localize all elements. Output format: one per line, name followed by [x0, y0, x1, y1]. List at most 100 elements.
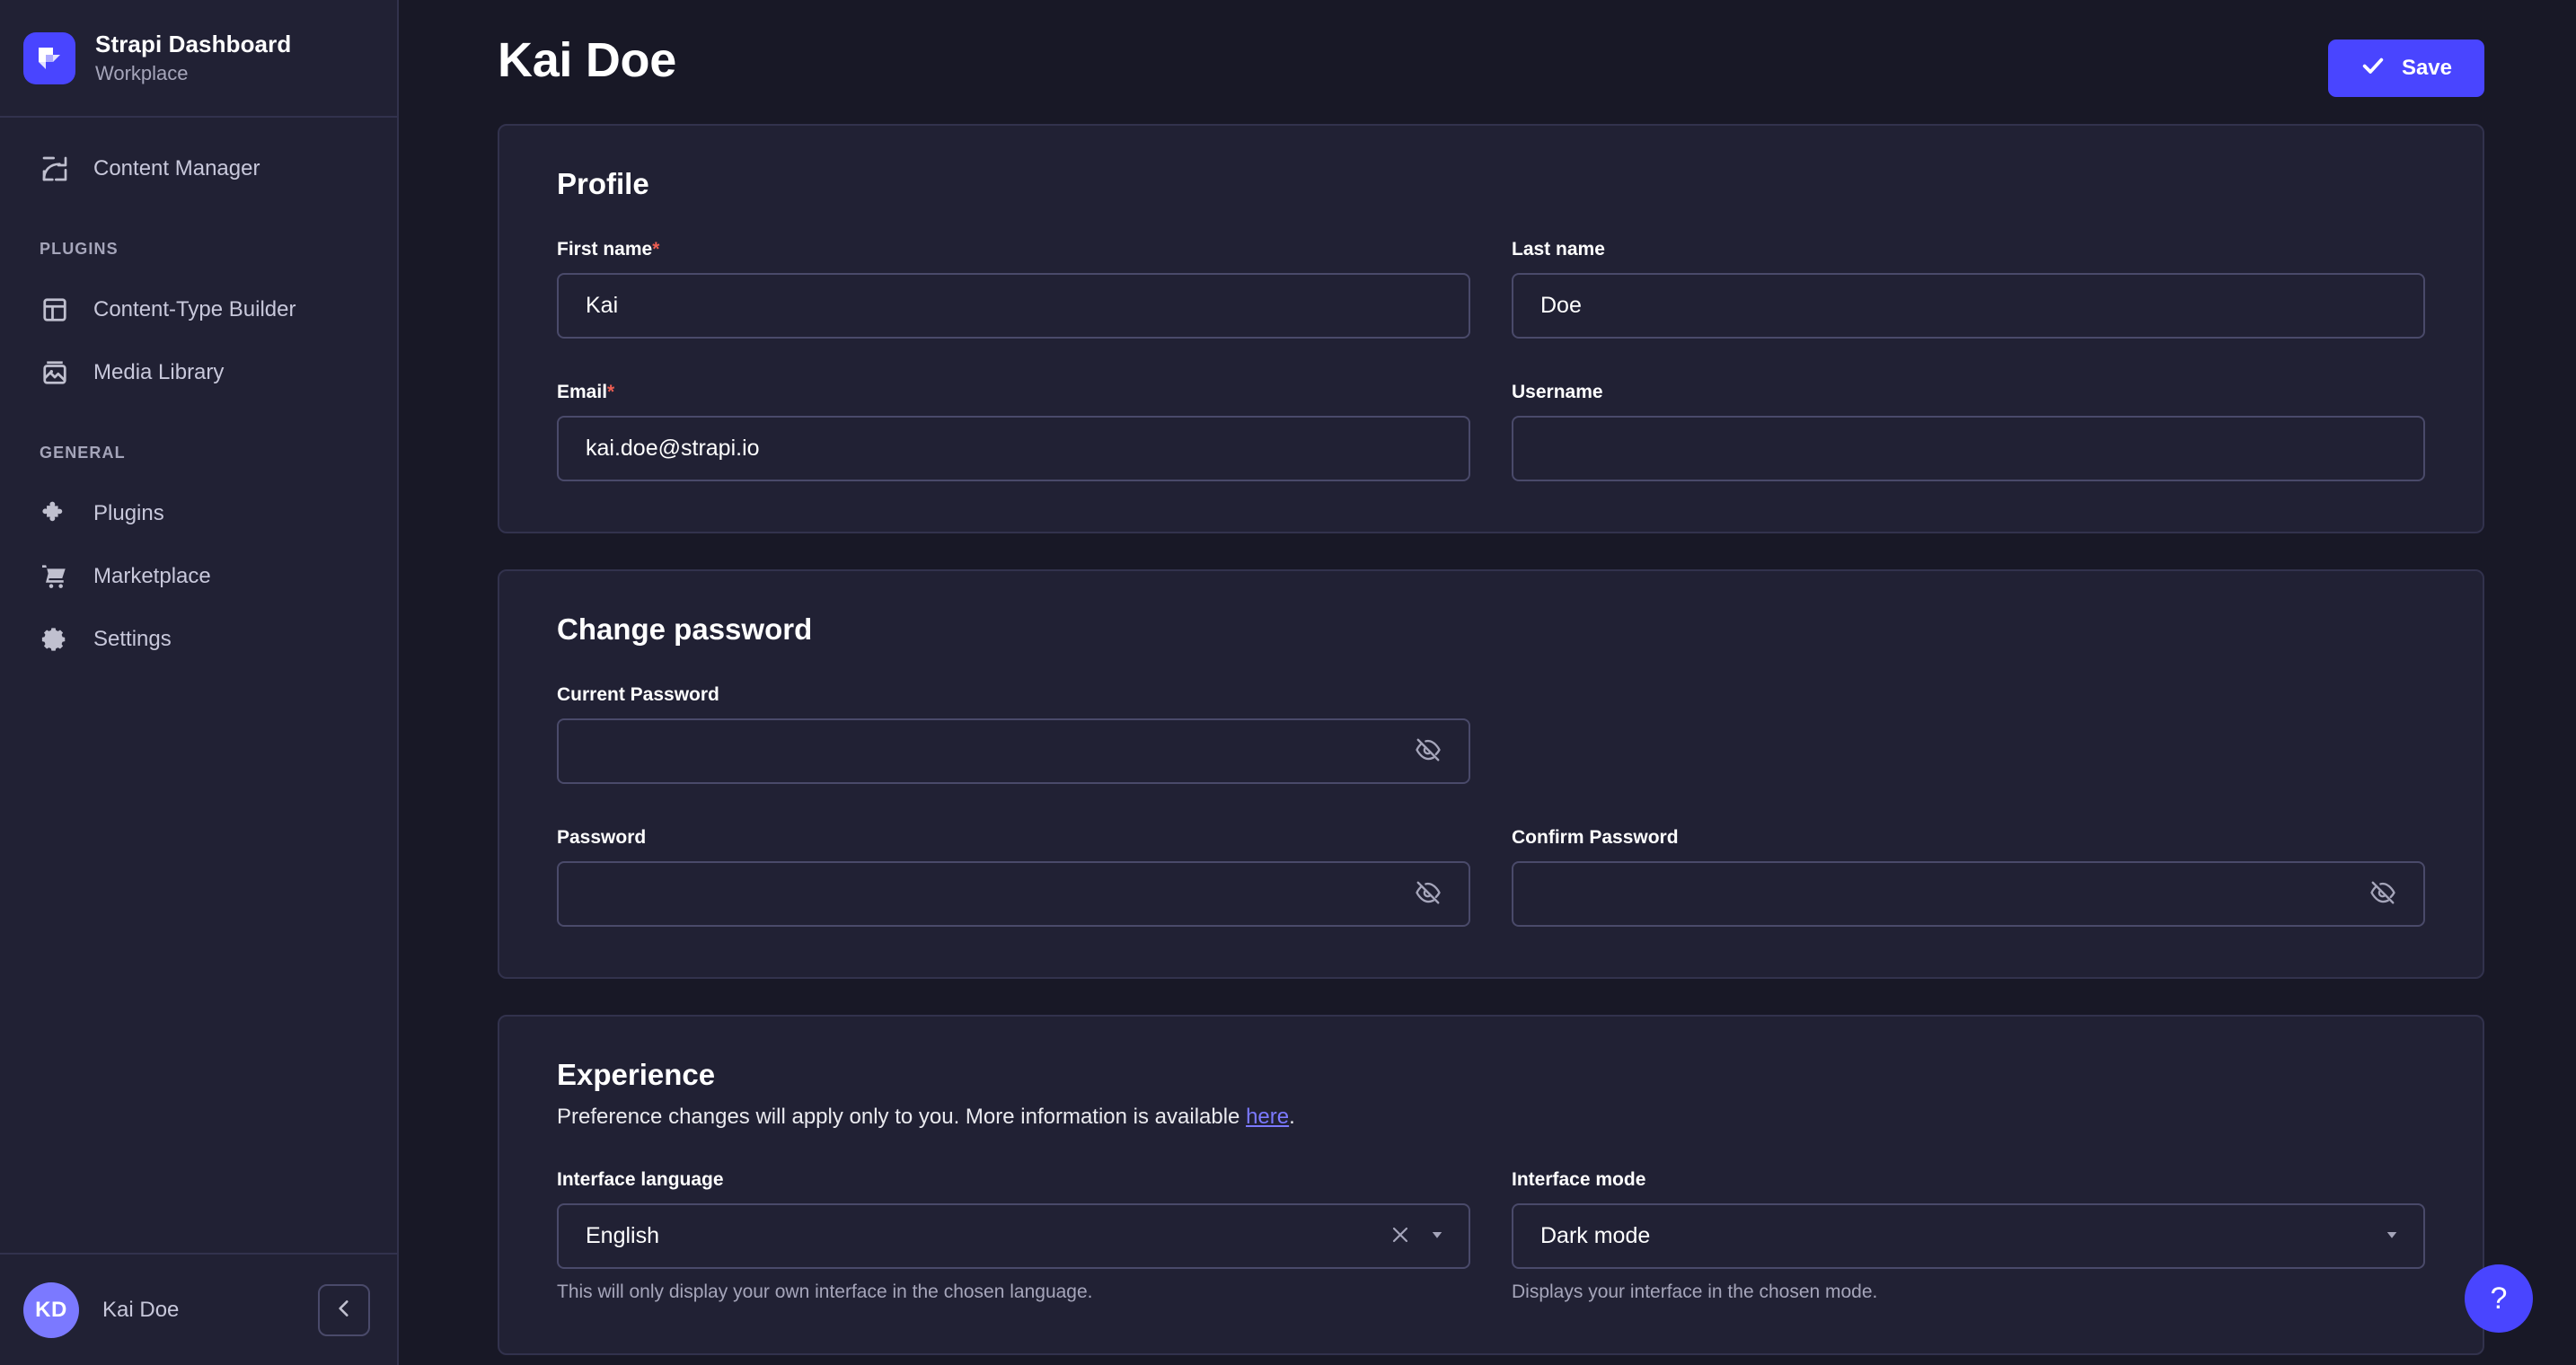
- sidebar-user-name: Kai Doe: [102, 1298, 295, 1323]
- first-name-input[interactable]: [557, 273, 1470, 339]
- email-label: Email*: [557, 382, 1470, 403]
- strapi-logo-icon: [23, 32, 75, 84]
- last-name-field: Last name: [1512, 239, 2425, 339]
- sidebar-collapse-button[interactable]: [318, 1284, 370, 1336]
- first-name-input-wrap: [557, 273, 1470, 339]
- experience-description-text: Preference changes will apply only to yo…: [557, 1105, 1246, 1129]
- eye-off-icon: [1415, 736, 1442, 766]
- settings-form: Profile First name* Last name: [399, 124, 2576, 1355]
- sidebar-item-label: Marketplace: [93, 564, 211, 589]
- confirm-password-input[interactable]: [1512, 861, 2425, 927]
- interface-mode-select[interactable]: Dark mode: [1512, 1203, 2425, 1269]
- password-input-wrap: [557, 861, 1470, 927]
- sidebar-item-label: Content-Type Builder: [93, 297, 296, 322]
- main-content: Kai Doe Save Profile First name*: [399, 0, 2576, 1365]
- username-label: Username: [1512, 382, 2425, 403]
- password-field: Password: [557, 827, 1470, 927]
- current-password-label: Current Password: [557, 684, 1470, 706]
- first-name-field: First name*: [557, 239, 1470, 339]
- help-button[interactable]: ?: [2465, 1264, 2533, 1333]
- page-title: Kai Doe: [498, 32, 676, 88]
- close-icon: [1389, 1224, 1411, 1248]
- sidebar-item-media-library[interactable]: Media Library: [0, 341, 397, 404]
- profile-card: Profile First name* Last name: [498, 124, 2484, 533]
- password-grid-spacer: [1512, 684, 2425, 784]
- sidebar-item-label: Plugins: [93, 501, 164, 526]
- current-password-input[interactable]: [557, 718, 1470, 784]
- interface-language-select[interactable]: English: [557, 1203, 1470, 1269]
- interface-language-value: English: [586, 1223, 659, 1249]
- required-asterisk: *: [607, 382, 614, 402]
- password-input[interactable]: [557, 861, 1470, 927]
- password-label: Password: [557, 827, 1470, 849]
- username-field: Username: [1512, 382, 2425, 481]
- confirm-password-label: Confirm Password: [1512, 827, 2425, 849]
- experience-fields-grid: Interface language English: [557, 1169, 2425, 1303]
- experience-more-info-link[interactable]: here: [1246, 1105, 1289, 1129]
- last-name-label: Last name: [1512, 239, 2425, 260]
- current-password-field: Current Password: [557, 684, 1470, 784]
- confirm-password-input-wrap: [1512, 861, 2425, 927]
- current-password-visibility-toggle[interactable]: [1409, 731, 1447, 771]
- chevron-down-icon: [2384, 1227, 2400, 1246]
- image-icon: [40, 357, 70, 388]
- interface-mode-hint: Displays your interface in the chosen mo…: [1512, 1281, 2425, 1303]
- interface-mode-label: Interface mode: [1512, 1169, 2425, 1191]
- change-password-card: Change password Current Password: [498, 569, 2484, 979]
- interface-language-field: Interface language English: [557, 1169, 1470, 1303]
- sidebar-nav: Content Manager PLUGINS Content-Type Bui…: [0, 118, 397, 1253]
- sidebar-section-plugins-label: PLUGINS: [0, 240, 397, 259]
- last-name-input-wrap: [1512, 273, 2425, 339]
- interface-language-select-wrap: English: [557, 1203, 1470, 1269]
- eye-off-icon: [2369, 879, 2396, 909]
- brand-subtitle: Workplace: [95, 62, 291, 85]
- interface-language-label: Interface language: [557, 1169, 1470, 1191]
- brand-title: Strapi Dashboard: [95, 31, 291, 58]
- first-name-label: First name*: [557, 239, 1470, 260]
- brand-header[interactable]: Strapi Dashboard Workplace: [0, 0, 397, 118]
- puzzle-piece-icon: [40, 498, 70, 529]
- interface-mode-select-wrap: Dark mode: [1512, 1203, 2425, 1269]
- brand-text: Strapi Dashboard Workplace: [95, 31, 291, 85]
- interface-language-hint: This will only display your own interfac…: [557, 1281, 1470, 1303]
- sidebar-item-settings[interactable]: Settings: [0, 608, 397, 671]
- current-password-input-wrap: [557, 718, 1470, 784]
- question-mark-icon: ?: [2491, 1283, 2508, 1314]
- shopping-cart-icon: [40, 561, 70, 592]
- interface-language-clear-button[interactable]: [1388, 1222, 1413, 1250]
- sidebar: Strapi Dashboard Workplace Content Manag…: [0, 0, 399, 1365]
- interface-mode-select-actions: [2382, 1225, 2402, 1247]
- interface-language-select-actions: [1388, 1222, 1447, 1250]
- interface-language-chevron-button[interactable]: [1427, 1225, 1447, 1247]
- page-header: Kai Doe Save: [399, 0, 2576, 124]
- confirm-password-visibility-toggle[interactable]: [2364, 874, 2402, 914]
- username-input-wrap: [1512, 416, 2425, 481]
- app-root: Strapi Dashboard Workplace Content Manag…: [0, 0, 2576, 1365]
- interface-mode-field: Interface mode Dark mode: [1512, 1169, 2425, 1303]
- required-asterisk: *: [652, 239, 659, 260]
- feather-write-icon: [40, 154, 70, 184]
- password-visibility-toggle[interactable]: [1409, 874, 1447, 914]
- sidebar-item-content-type-builder[interactable]: Content-Type Builder: [0, 278, 397, 341]
- interface-mode-chevron-button[interactable]: [2382, 1225, 2402, 1247]
- sidebar-item-marketplace[interactable]: Marketplace: [0, 545, 397, 608]
- sidebar-item-label: Settings: [93, 627, 172, 652]
- sidebar-item-plugins[interactable]: Plugins: [0, 482, 397, 545]
- profile-card-title: Profile: [557, 167, 2425, 201]
- first-name-label-text: First name: [557, 239, 652, 260]
- avatar[interactable]: KD: [23, 1282, 79, 1338]
- last-name-input[interactable]: [1512, 273, 2425, 339]
- experience-card-title: Experience: [557, 1058, 2425, 1092]
- sidebar-item-content-manager[interactable]: Content Manager: [0, 137, 397, 200]
- gear-icon: [40, 624, 70, 655]
- save-button[interactable]: Save: [2328, 40, 2484, 97]
- experience-description: Preference changes will apply only to yo…: [557, 1105, 2425, 1130]
- interface-mode-value: Dark mode: [1540, 1223, 1650, 1249]
- email-label-text: Email: [557, 382, 607, 402]
- save-button-label: Save: [2402, 56, 2452, 81]
- email-input[interactable]: [557, 416, 1470, 481]
- email-input-wrap: [557, 416, 1470, 481]
- check-icon: [2360, 53, 2386, 84]
- password-fields-grid: Current Password: [557, 684, 2425, 927]
- username-input[interactable]: [1512, 416, 2425, 481]
